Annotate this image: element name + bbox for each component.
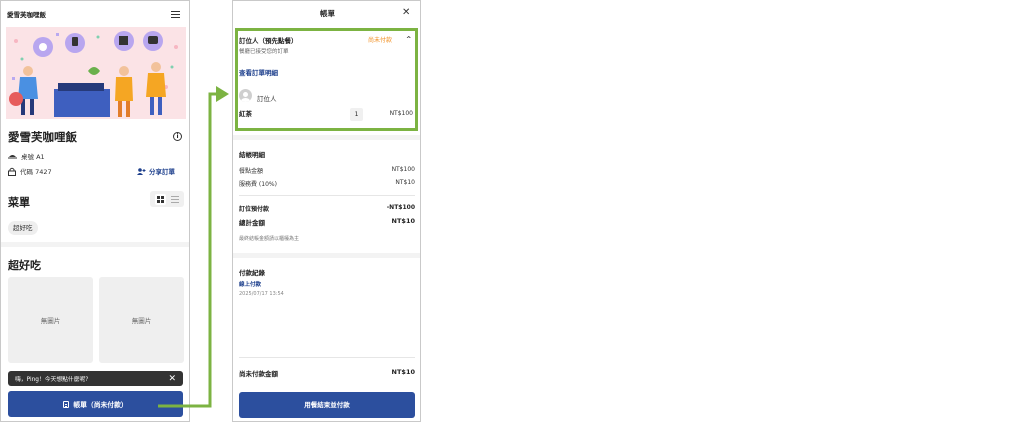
view-order-details-link[interactable]: 查看訂單明細	[239, 67, 278, 77]
no-image-label: 無圖片	[40, 317, 61, 325]
bill-screen: 帳單 ✕ 訂位人（預先點餐） 尚未付款 ^ 餐廳已接受您的訂單 查看訂單明細 訂…	[232, 0, 421, 422]
avatar	[239, 89, 252, 102]
meal-amount-value: NT$100	[391, 166, 415, 173]
section-divider	[1, 242, 189, 247]
payment-date: 2025/07/17 13:54	[239, 291, 284, 297]
unpaid-label: 尚未付款金額	[239, 370, 278, 378]
payment-history-heading: 付款紀錄	[239, 269, 265, 277]
service-fee-label: 服務費 (10%)	[239, 181, 277, 188]
hamburger-menu-icon[interactable]	[171, 10, 180, 18]
total-row: 總計金額 NT$10	[239, 217, 415, 227]
lock-icon	[8, 167, 16, 176]
section-divider	[233, 253, 420, 258]
prepaid-row: 訂位預付款 -NT$100	[239, 204, 415, 213]
total-label: 總計金額	[239, 219, 265, 227]
restaurant-title: 愛雪芙咖哩飯	[8, 130, 77, 144]
chevron-up-icon[interactable]: ^	[406, 35, 411, 43]
summary-heading: 結帳明細	[239, 151, 265, 159]
summary-divider	[239, 195, 415, 196]
category-chip[interactable]: 超好吃	[8, 221, 38, 235]
grid-view-icon[interactable]	[155, 193, 167, 205]
service-fee-row: 服務費 (10%) NT$10	[239, 179, 415, 188]
order-item-price: NT$100	[389, 110, 413, 117]
view-toggle[interactable]	[150, 191, 184, 207]
code-row: 代碼 7427	[8, 166, 52, 176]
prepaid-value: -NT$100	[386, 204, 415, 211]
hero-illustration	[6, 27, 186, 119]
menu-heading: 菜單	[8, 196, 30, 209]
menu-item-card[interactable]: 無圖片	[99, 277, 184, 363]
section-divider	[233, 135, 420, 140]
final-amount-note: 最終結帳金額請以櫃檯為主	[239, 236, 300, 242]
menu-item-card[interactable]: 無圖片	[8, 277, 93, 363]
close-icon[interactable]: ✕	[402, 8, 410, 18]
info-icon[interactable]: i	[173, 132, 182, 141]
share-order-button[interactable]: 分享訂單	[137, 166, 175, 176]
greeting-toast: 嗨，Ping！今天想點什麼呢？ ✕	[8, 371, 183, 386]
prepaid-label: 訂位預付款	[239, 206, 270, 213]
add-user-icon	[137, 167, 146, 175]
order-code: 代碼 7427	[20, 168, 52, 176]
footer-divider	[239, 357, 415, 358]
order-item-quantity: 1	[350, 108, 363, 121]
checkout-button[interactable]: 用餐結束並付款	[239, 392, 415, 418]
list-view-icon[interactable]	[170, 195, 179, 203]
unpaid-row: 尚未付款金額 NT$10	[239, 368, 415, 378]
total-value: NT$10	[391, 217, 415, 225]
orderer-heading: 訂位人（預先點餐）	[239, 37, 298, 45]
share-order-label: 分享訂單	[149, 168, 175, 176]
unpaid-value: NT$10	[391, 368, 415, 376]
bill-button[interactable]: 帳單（尚未付款）	[8, 391, 183, 417]
meal-amount-label: 餐點金額	[239, 168, 264, 175]
table-number-row: 桌號 A1	[8, 151, 45, 161]
bill-title: 帳單	[320, 9, 335, 18]
receipt-icon	[63, 400, 70, 408]
bill-button-label: 帳單（尚未付款）	[73, 401, 128, 409]
order-accepted-text: 餐廳已接受您的訂單	[239, 49, 289, 55]
category-heading: 超好吃	[8, 259, 41, 272]
menu-screen: 愛雪芙咖哩飯 愛雪芙咖哩飯 i 桌號 A1 代碼 7427 分享訂單 菜單 超好…	[0, 0, 190, 422]
table-number: 桌號 A1	[21, 153, 45, 161]
order-item-name: 紅茶	[239, 110, 252, 118]
meal-amount-row: 餐點金額 NT$100	[239, 166, 415, 175]
toast-text: 嗨，Ping！今天想點什麼呢？	[15, 377, 92, 383]
table-icon	[8, 154, 17, 158]
orderer-name: 訂位人	[257, 95, 277, 103]
no-image-label: 無圖片	[131, 317, 152, 325]
close-icon[interactable]: ✕	[168, 374, 176, 384]
top-bar: 愛雪芙咖哩飯	[1, 1, 189, 27]
payment-status: 尚未付款	[368, 37, 393, 44]
service-fee-value: NT$10	[395, 179, 415, 186]
header-restaurant-name: 愛雪芙咖哩飯	[7, 11, 46, 19]
payment-type: 線上付款	[239, 282, 262, 288]
